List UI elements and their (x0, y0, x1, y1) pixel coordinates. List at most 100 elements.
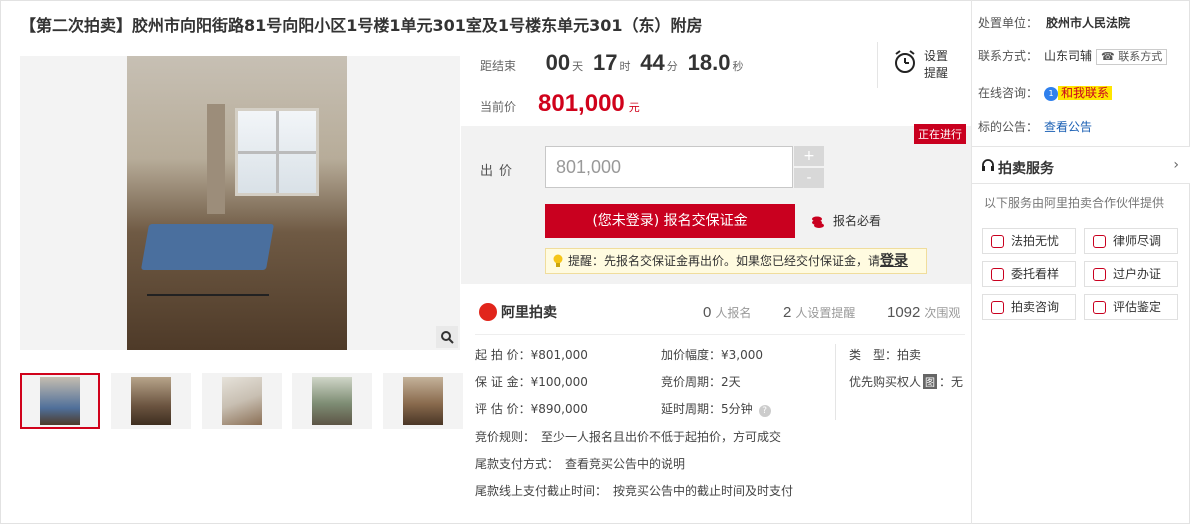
chat-label: 和我联系 (1058, 86, 1113, 100)
start-price: 起 拍 价：¥801,000 (475, 348, 588, 362)
countdown-minutes-unit: 分 (666, 60, 678, 73)
notice-label: 标的公告： (978, 120, 1039, 134)
consult-label: 在线咨询： (978, 86, 1039, 100)
court-value: 胶州市人民法院 (1046, 16, 1131, 30)
view-count-label: 次围观 (924, 306, 961, 320)
photo-bed-frame (147, 268, 269, 296)
priority-info-icon[interactable]: 图 (923, 374, 938, 389)
priority-buyer: 优先购买权人图：无 (849, 373, 963, 390)
page-title: 【第二次拍卖】胶州市向阳街路81号向阳小区1号楼1单元301室及1号楼东单元30… (20, 16, 703, 35)
bid-cycle: 竞价周期：2天 (661, 375, 741, 389)
appraisal-icon (1093, 301, 1106, 314)
chat-button[interactable]: 1 和我联系 (1044, 86, 1113, 101)
priority-buyer-value: ：无 (939, 375, 964, 389)
bid-increment: 加价幅度：¥3,000 (661, 348, 763, 362)
bid-label: 出价 (480, 164, 519, 179)
countdown-hours: 17 (592, 50, 618, 75)
phone-icon: ☎ (1101, 50, 1115, 63)
help-icon[interactable]: ? (758, 405, 771, 417)
service-consult[interactable]: 拍卖咨询 (982, 294, 1076, 320)
person-transfer-icon (1093, 268, 1106, 281)
column-divider (835, 344, 836, 420)
services-header[interactable]: 拍卖服务 › (972, 146, 1190, 184)
contact-phone-button[interactable]: ☎ 联系方式 (1096, 49, 1168, 65)
login-tip: 提醒：先报名交保证金再出价。如果您已经交付保证金，请登录 (545, 248, 927, 274)
appraisal-price: 评 估 价：¥890,000 (475, 402, 588, 416)
reminder-count: 2 人设置提醒 (783, 304, 855, 321)
auction-type-value: 拍卖 (897, 348, 922, 362)
heart-shield-icon (991, 235, 1004, 248)
photo-window (235, 108, 319, 196)
view-notice-link[interactable]: 查看公告 (1044, 120, 1092, 134)
service-transfer[interactable]: 过户办证 (1084, 261, 1178, 287)
chat-icon: 1 (1044, 86, 1059, 101)
service-label: 过户办证 (1113, 267, 1162, 281)
priority-buyer-label: 优先购买权人 (849, 375, 922, 389)
view-count-value: 1092 (887, 304, 921, 321)
zoom-icon[interactable] (436, 326, 458, 348)
auction-type-label: 类 型： (849, 348, 898, 362)
main-image-viewer[interactable] (20, 56, 460, 350)
service-label: 评估鉴定 (1113, 300, 1162, 314)
thumbnail-5[interactable] (383, 373, 463, 429)
service-label: 委托看样 (1011, 267, 1060, 281)
countdown-days: 00 (545, 50, 571, 75)
lightbulb-icon (553, 254, 563, 267)
divider (475, 334, 965, 335)
thumbnail-3[interactable] (202, 373, 282, 429)
service-lawyer[interactable]: 律师尽调 (1084, 228, 1178, 254)
notice-row: 标的公告： 查看公告 (978, 118, 1092, 135)
coins-icon (812, 216, 824, 228)
signup-deposit-button[interactable]: (您未登录) 报名交保证金 (545, 204, 795, 238)
reminder-count-label: 人设置提醒 (795, 306, 856, 320)
countdown-days-unit: 天 (572, 60, 584, 73)
bid-amount-input[interactable]: 801,000 (545, 146, 793, 188)
price-panel: 距结束 00 天 17 时 44 分 18.0 秒 当前价 801,000 元 设置提醒 (461, 38, 971, 126)
service-label: 拍卖咨询 (1011, 300, 1060, 314)
service-appraisal[interactable]: 评估鉴定 (1084, 294, 1178, 320)
service-viewing[interactable]: 委托看样 (982, 261, 1076, 287)
deposit: 保 证 金：¥100,000 (475, 375, 588, 389)
thumbnail-2[interactable] (111, 373, 191, 429)
location-pin-icon (991, 268, 1004, 281)
countdown-seconds: 18.0 (687, 50, 731, 75)
countdown-seconds-unit: 秒 (732, 60, 744, 73)
set-reminder-button[interactable]: 设置提醒 (877, 42, 948, 88)
payment-deadline: 尾款线上支付截止时间： 按竞买公告中的截止时间及时支付 (475, 484, 794, 498)
services-subtitle: 以下服务由阿里拍卖合作伙伴提供 (984, 196, 1165, 210)
contact-tag-label: 联系方式 (1118, 50, 1163, 63)
chevron-right-icon[interactable]: › (1173, 157, 1179, 173)
consult-row: 在线咨询： 1 和我联系 (978, 84, 1113, 101)
countdown-label: 距结束 (480, 59, 517, 73)
auction-main: 【第二次拍卖】胶州市向阳街路81号向阳小区1号楼1单元301室及1号楼东单元30… (0, 0, 971, 524)
lawyer-icon (1093, 235, 1106, 248)
login-link[interactable]: 登录 (880, 253, 908, 269)
tip-text: 提醒：先报名交保证金再出价。如果您已经交付保证金，请 (568, 254, 881, 268)
thumbnail-1[interactable] (20, 373, 100, 429)
decrease-bid-button[interactable]: - (794, 168, 824, 188)
auction-services: 拍卖服务 › 以下服务由阿里拍卖合作伙伴提供 法拍无忧 律师尽调 委托看样 过户… (972, 146, 1190, 336)
service-label: 法拍无忧 (1011, 234, 1060, 248)
view-count: 1092 次围观 (887, 304, 960, 321)
room-photo (127, 56, 347, 350)
thumbnail-4[interactable] (292, 373, 372, 429)
signup-must-read-link[interactable]: 报名必看 (811, 212, 881, 229)
must-read-label: 报名必看 (833, 214, 882, 228)
service-label: 律师尽调 (1113, 234, 1162, 248)
brand-name: 阿里拍卖 (501, 305, 557, 321)
photo-bed (140, 224, 275, 270)
auction-info: 阿里拍卖 0 人报名 2 人设置提醒 1092 次围观 起 拍 价：¥801,000 … (461, 284, 971, 524)
signup-count: 0 人报名 (703, 304, 751, 321)
right-sidebar: 处置单位： 胶州市人民法院 联系方式： 山东司辅 ☎ 联系方式 在线咨询： 1 和我联系 … (971, 0, 1190, 524)
ali-auction-logo: 阿里拍卖 (479, 302, 557, 322)
photo-curtain (207, 104, 225, 214)
service-worry-free[interactable]: 法拍无忧 (982, 228, 1076, 254)
countdown: 距结束 00 天 17 时 44 分 18.0 秒 (480, 50, 749, 76)
contact-row: 联系方式： 山东司辅 ☎ 联系方式 (978, 47, 1168, 65)
ali-logo-icon (479, 303, 497, 321)
increase-bid-button[interactable]: + (794, 146, 824, 166)
bid-stepper: + - (794, 146, 824, 188)
contact-label: 联系方式： (978, 49, 1039, 63)
services-title: 拍卖服务 (998, 161, 1054, 177)
bidding-rule: 竞价规则： 至少一人报名且出价不低于起拍价，方可成交 (475, 430, 782, 444)
